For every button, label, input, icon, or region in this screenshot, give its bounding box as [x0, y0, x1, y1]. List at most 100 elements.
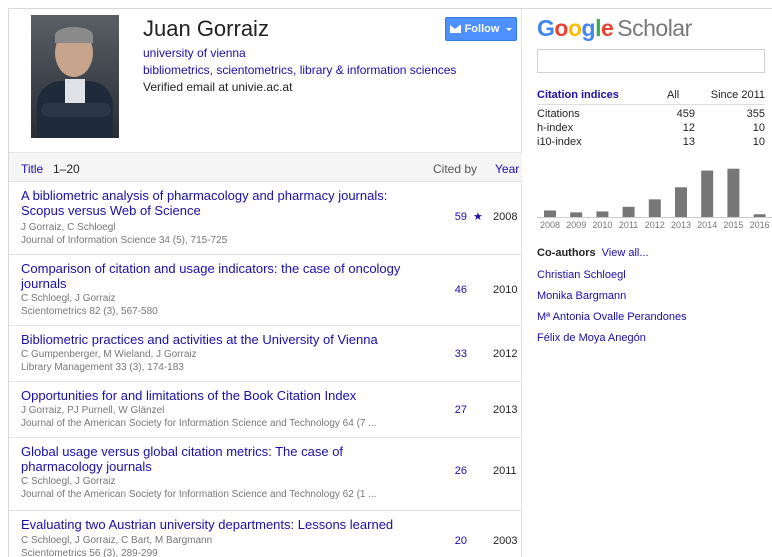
- publication-authors: C Schloegl, J Gorraiz: [21, 476, 116, 487]
- chart-tick-label: 2014: [697, 220, 717, 230]
- ci-since: 10: [752, 136, 765, 148]
- chart-tick-label: 2009: [566, 220, 586, 230]
- cited-by-count[interactable]: 26: [429, 465, 467, 477]
- citations-chart-svg: 2008 2009 2010 2011 2012 2013 2014 2015 2016: [537, 168, 772, 230]
- profile-affiliation[interactable]: university of vienna: [143, 46, 246, 60]
- main-column: Juan Gorraiz university of vienna biblio…: [9, 9, 522, 557]
- table-row: Evaluating two Austrian university depar…: [9, 511, 522, 557]
- ci-row-h-index: h-index 12 10: [537, 122, 765, 136]
- col-all: All: [667, 89, 680, 101]
- star-icon[interactable]: ★: [473, 210, 483, 223]
- ci-since: 10: [752, 122, 765, 134]
- chart-bar-2015[interactable]: [727, 168, 740, 217]
- mail-icon: [449, 25, 461, 33]
- chart-tick-label: 2013: [671, 220, 691, 230]
- citation-indices-header: Citation indices All Since 2011: [537, 89, 765, 105]
- table-row: Global usage versus global citation metr…: [9, 438, 522, 511]
- publication-title[interactable]: Evaluating two Austrian university depar…: [21, 517, 421, 532]
- view-all-link[interactable]: View all...: [602, 247, 649, 259]
- scholar-page: Juan Gorraiz university of vienna biblio…: [8, 8, 772, 557]
- profile-email: Verified email at univie.ac.at: [143, 80, 293, 94]
- ci-row-i10-index: i10-index 13 10: [537, 136, 765, 150]
- ci-all: 13: [682, 136, 695, 148]
- coauthor-link[interactable]: Christian Schloegl: [537, 269, 626, 281]
- ci-label: Citations: [537, 108, 580, 120]
- publication-year: 2012: [493, 348, 518, 360]
- cited-by-count[interactable]: 46: [429, 284, 467, 296]
- publication-venue: Scientometrics 56 (3), 289-299: [21, 548, 158, 557]
- profile-name: Juan Gorraiz: [143, 16, 269, 41]
- ci-row-citations: Citations 459 355: [537, 108, 765, 122]
- publication-authors: C Schloegl, J Gorraiz, C Bart, M Bargman…: [21, 535, 213, 546]
- sort-by-title[interactable]: Title: [21, 162, 43, 176]
- coauthors-header: Co-authors View all...: [537, 247, 649, 259]
- logo-google: Google: [537, 15, 614, 41]
- profile-photo: [31, 15, 119, 138]
- publication-year: 2011: [493, 465, 517, 477]
- publication-year: 2003: [493, 535, 518, 547]
- publication-venue: Scientometrics 82 (3), 567-580: [21, 306, 158, 317]
- chart-tick-label: 2016: [750, 220, 770, 230]
- chart-bar-2011[interactable]: [622, 206, 635, 217]
- publication-venue: Library Management 33 (3), 174-183: [21, 362, 184, 373]
- publication-title[interactable]: Opportunities for and limitations of the…: [21, 388, 421, 403]
- coauthors-label: Co-authors: [537, 247, 596, 259]
- ci-label: h-index: [537, 122, 574, 134]
- table-header: Title 1–20 Cited by Year: [9, 152, 522, 182]
- ci-label: i10-index: [537, 136, 582, 148]
- cited-by-count[interactable]: 33: [429, 348, 467, 360]
- chart-tick-label: 2010: [592, 220, 612, 230]
- profile-header: Juan Gorraiz university of vienna biblio…: [9, 9, 522, 152]
- search-input[interactable]: [537, 49, 765, 73]
- chart-tick-label: 2012: [645, 220, 665, 230]
- photo-hair: [55, 27, 93, 43]
- cited-by-count[interactable]: 20: [429, 535, 467, 547]
- google-scholar-logo[interactable]: Google Scholar: [537, 15, 692, 42]
- cited-by-count[interactable]: 27: [429, 404, 467, 416]
- sort-by-cited[interactable]: Cited by: [433, 162, 477, 176]
- cited-by-count[interactable]: 59: [429, 211, 467, 223]
- chart-bar-2009[interactable]: [570, 212, 583, 217]
- publication-authors: J Gorraiz, C Schloegl: [21, 222, 116, 233]
- ci-since: 355: [746, 108, 765, 120]
- follow-button[interactable]: Follow: [445, 17, 517, 41]
- table-row: Bibliometric practices and activities at…: [9, 326, 522, 382]
- table-row: A bibliometric analysis of pharmacology …: [9, 182, 522, 255]
- publication-title[interactable]: A bibliometric analysis of pharmacology …: [21, 188, 421, 218]
- logo-letter: g: [581, 15, 596, 41]
- chart-tick-label: 2015: [723, 220, 743, 230]
- ci-all: 12: [682, 122, 695, 134]
- sidebar: Google Scholar Citation indices All Since…: [522, 9, 772, 557]
- citation-indices-label[interactable]: Citation indices: [537, 89, 619, 101]
- photo-arms: [41, 103, 111, 117]
- coauthor-link[interactable]: Monika Bargmann: [537, 290, 626, 302]
- publication-title[interactable]: Comparison of citation and usage indicat…: [21, 261, 421, 291]
- chart-bar-2008[interactable]: [544, 210, 556, 218]
- chevron-down-icon: [506, 27, 513, 31]
- table-row: Opportunities for and limitations of the…: [9, 382, 522, 438]
- profile-keywords[interactable]: bibliometrics, scientometrics, library &…: [143, 63, 456, 77]
- logo-letter: e: [600, 15, 614, 41]
- result-range: 1–20: [53, 162, 80, 176]
- publication-venue: Journal of the American Society for Info…: [21, 489, 377, 500]
- chart-bar-2010[interactable]: [596, 211, 609, 217]
- chart-bar-2012[interactable]: [648, 199, 661, 217]
- follow-label: Follow: [464, 23, 500, 35]
- publication-title[interactable]: Bibliometric practices and activities at…: [21, 332, 421, 347]
- coauthor-link[interactable]: Mª Antonia Ovalle Perandones: [537, 311, 687, 323]
- publication-title[interactable]: Global usage versus global citation metr…: [21, 444, 421, 474]
- citations-chart[interactable]: 2008 2009 2010 2011 2012 2013 2014 2015 2016: [537, 159, 772, 231]
- chart-bar-2013[interactable]: [675, 187, 687, 217]
- chart-bar-2014[interactable]: [701, 170, 714, 217]
- logo-letter: o: [554, 15, 568, 41]
- chart-bar-2016[interactable]: [753, 214, 766, 217]
- logo-letter: o: [567, 15, 582, 41]
- publication-year: 2008: [493, 211, 518, 223]
- publication-year: 2013: [493, 404, 518, 416]
- logo-scholar: Scholar: [617, 15, 692, 41]
- ci-all: 459: [676, 108, 695, 120]
- chart-tick-label: 2008: [540, 220, 560, 230]
- coauthor-link[interactable]: Félix de Moya Anegón: [537, 332, 646, 344]
- sort-by-year[interactable]: Year: [495, 162, 519, 176]
- publication-venue: Journal of the American Society for Info…: [21, 418, 377, 429]
